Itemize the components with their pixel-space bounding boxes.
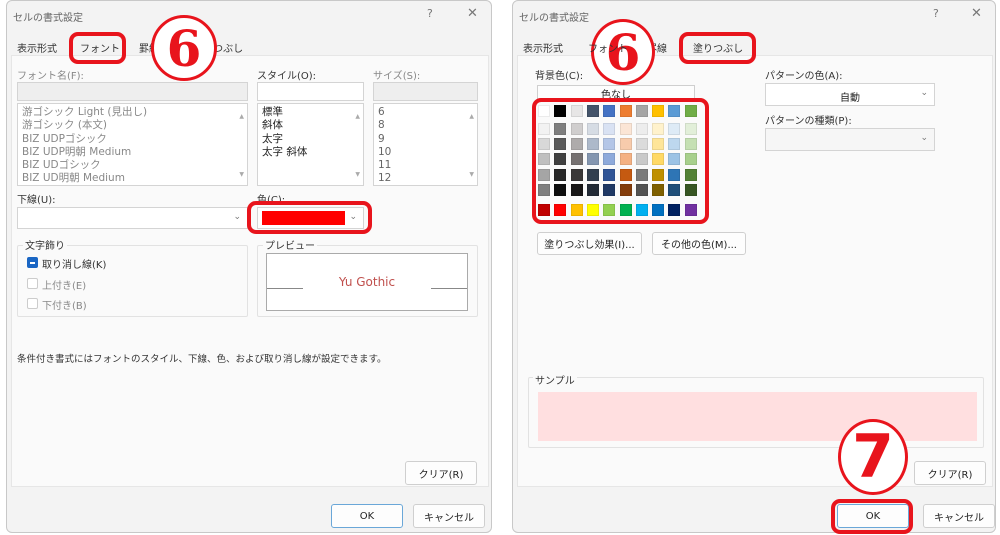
highlight-annotation (679, 32, 756, 64)
list-item[interactable]: 11 (378, 159, 473, 172)
cancel-button[interactable]: キャンセル (923, 504, 995, 528)
conditional-format-note: 条件付き書式にはフォントのスタイル、下線、色、および取り消し線が設定できます。 (17, 354, 387, 365)
ok-button[interactable]: OK (331, 504, 403, 528)
clear-button[interactable]: クリア(R) (914, 461, 986, 485)
scroll-up-icon[interactable]: ▲ (469, 110, 474, 123)
pattern-color-value: 自動 (840, 93, 860, 104)
superscript-checkbox[interactable] (27, 278, 38, 289)
preview-box: Yu Gothic (266, 253, 468, 311)
superscript-label: 上付き(E) (42, 281, 87, 292)
list-item[interactable]: 游ゴシック Light (見出し) (22, 106, 243, 119)
list-item[interactable]: 斜体 (262, 119, 359, 132)
pattern-type-label: パターンの種類(P): (765, 116, 852, 127)
highlight-annotation (69, 32, 126, 64)
cancel-button[interactable]: キャンセル (413, 504, 485, 528)
help-button[interactable]: ? (933, 7, 939, 20)
format-cells-dialog-font: セルの書式設定 ? ✕ 表示形式 フォント 罫線 塗りつぶし フォント名(F):… (6, 0, 492, 533)
font-name-input[interactable] (17, 82, 248, 101)
more-colors-button[interactable]: その他の色(M)... (652, 232, 746, 255)
chevron-down-icon: ⌄ (233, 212, 241, 222)
preview-label: プレビュー (263, 237, 317, 252)
dialog-title: セルの書式設定 (13, 13, 83, 24)
list-item[interactable]: 太字 (262, 133, 359, 146)
sample-label: サンプル (533, 372, 577, 387)
list-item[interactable]: BIZ UDゴシック (22, 159, 243, 172)
close-icon[interactable]: ✕ (467, 6, 478, 21)
tab-number-format[interactable]: 表示形式 (523, 40, 563, 55)
highlight-annotation (532, 98, 709, 224)
subscript-checkbox[interactable] (27, 298, 38, 309)
highlight-annotation (247, 201, 372, 234)
list-item[interactable]: 6 (378, 106, 473, 119)
scroll-down-icon[interactable]: ▼ (239, 168, 244, 181)
list-item[interactable]: 8 (378, 119, 473, 132)
style-input[interactable] (257, 82, 364, 101)
scroll-up-icon[interactable]: ▲ (239, 110, 244, 123)
effects-label: 文字飾り (23, 237, 67, 252)
pattern-color-select[interactable]: 自動 ⌄ (765, 83, 935, 106)
help-button[interactable]: ? (427, 7, 433, 20)
list-item[interactable]: 9 (378, 133, 473, 146)
chevron-down-icon: ⌄ (920, 88, 928, 98)
sample-preview (538, 392, 977, 441)
list-item[interactable]: 游ゴシック (本文) (22, 119, 243, 132)
list-item[interactable]: BIZ UD明朝 Medium (22, 172, 243, 185)
list-item[interactable]: 標準 (262, 106, 359, 119)
strikethrough-label: 取り消し線(K) (42, 260, 107, 271)
format-cells-dialog-fill: セルの書式設定 ? ✕ 表示形式 罫線 塗りつぶし 背景色(C): 色なし 塗り… (512, 0, 996, 534)
dialog-title: セルの書式設定 (519, 13, 589, 24)
list-item[interactable]: BIZ UDP明朝 Medium (22, 146, 243, 159)
step-badge-7: 7 (838, 419, 908, 495)
underline-label: 下線(U): (17, 195, 56, 206)
scroll-down-icon[interactable]: ▼ (469, 168, 474, 181)
highlight-annotation (831, 499, 913, 534)
pattern-color-label: パターンの色(A): (765, 71, 843, 82)
preview-text: Yu Gothic (338, 275, 396, 289)
step-badge-6: 6 (151, 15, 217, 81)
list-item[interactable]: 10 (378, 146, 473, 159)
underline-select[interactable]: ⌄ (17, 207, 248, 229)
size-list[interactable]: 6 8 9 10 11 12 ▲ ▼ (373, 103, 478, 186)
background-color-label: 背景色(C): (535, 71, 584, 82)
tab-number-format[interactable]: 表示形式 (17, 40, 57, 55)
chevron-down-icon: ⌄ (920, 133, 928, 143)
list-item[interactable]: 太字 斜体 (262, 146, 359, 159)
strikethrough-checkbox[interactable] (27, 257, 38, 268)
font-name-list[interactable]: 游ゴシック Light (見出し) 游ゴシック (本文) BIZ UDPゴシック… (17, 103, 248, 186)
pattern-type-select[interactable]: ⌄ (765, 128, 935, 151)
scroll-up-icon[interactable]: ▲ (355, 110, 360, 123)
list-item[interactable]: BIZ UDPゴシック (22, 133, 243, 146)
clear-button[interactable]: クリア(R) (405, 461, 477, 485)
font-name-label: フォント名(F): (17, 71, 84, 82)
scroll-down-icon[interactable]: ▼ (355, 168, 360, 181)
style-list[interactable]: 標準 斜体 太字 太字 斜体 ▲ ▼ (257, 103, 364, 186)
style-label: スタイル(O): (257, 71, 317, 82)
subscript-label: 下付き(B) (42, 301, 87, 312)
fill-effects-button[interactable]: 塗りつぶし効果(I)... (537, 232, 642, 255)
tab-font[interactable]: フォント (588, 40, 628, 55)
close-icon[interactable]: ✕ (971, 6, 982, 21)
list-item[interactable]: 12 (378, 172, 473, 185)
size-label: サイズ(S): (373, 71, 421, 82)
size-input[interactable] (373, 82, 478, 101)
